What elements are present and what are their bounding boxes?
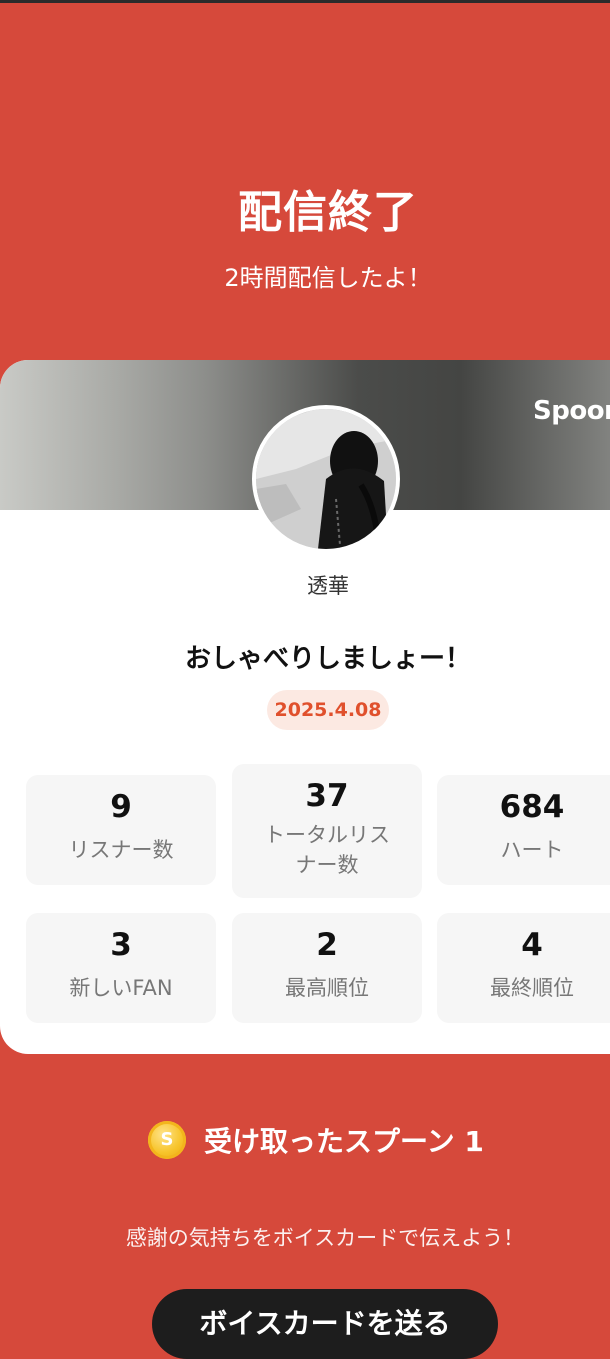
stat-final-rank: 4 最終順位 (437, 913, 610, 1023)
stat-value: 4 (521, 927, 543, 963)
stat-value: 3 (110, 927, 132, 963)
stat-new-fans: 3 新しいFAN (26, 913, 216, 1023)
spoon-logo: Spoon (533, 396, 610, 426)
username: 透華 (307, 574, 349, 598)
stat-value: 684 (499, 789, 565, 825)
stat-listeners: 9 リスナー数 (26, 775, 216, 885)
received-spoons: S 受け取ったスプーン 1 (148, 1120, 484, 1160)
stat-label: 最終順位 (490, 976, 574, 1000)
received-spoons-label: 受け取ったスプーン 1 (204, 1125, 484, 1158)
date-badge: 2025.4.08 (267, 690, 389, 730)
thanks-message: 感謝の気持ちをボイスカードで伝えよう！ (125, 1226, 525, 1250)
stat-label: 新しいFAN (69, 976, 173, 1000)
stat-value: 37 (305, 778, 349, 814)
broadcast-duration: 2時間配信したよ！ (224, 264, 432, 292)
stat-value: 9 (110, 789, 132, 825)
stat-value: 2 (316, 927, 338, 963)
stat-total-listeners: 37 トータルリスナー数 (232, 764, 422, 898)
stat-label: トータルリスナー数 (264, 823, 390, 877)
send-voice-card-button[interactable]: ボイスカードを送る (152, 1289, 498, 1359)
page-title: 配信終了 (238, 187, 418, 238)
avatar[interactable] (252, 405, 400, 553)
avatar-photo (256, 409, 396, 549)
live-summary-card: Spoon 透華 おしゃべりしましょー！ 2025.4.08 9 リスナー数 3… (0, 360, 610, 1054)
live-title: おしゃべりしましょー！ (184, 644, 471, 674)
stat-label: 最高順位 (285, 976, 369, 1000)
stat-hearts: 684 ハート (437, 775, 610, 885)
stat-label: リスナー数 (68, 838, 174, 862)
status-bar-line (0, 0, 610, 3)
stat-label: ハート (500, 838, 564, 862)
stat-highest-rank: 2 最高順位 (232, 913, 422, 1023)
spoon-coin-icon: S (148, 1121, 186, 1159)
